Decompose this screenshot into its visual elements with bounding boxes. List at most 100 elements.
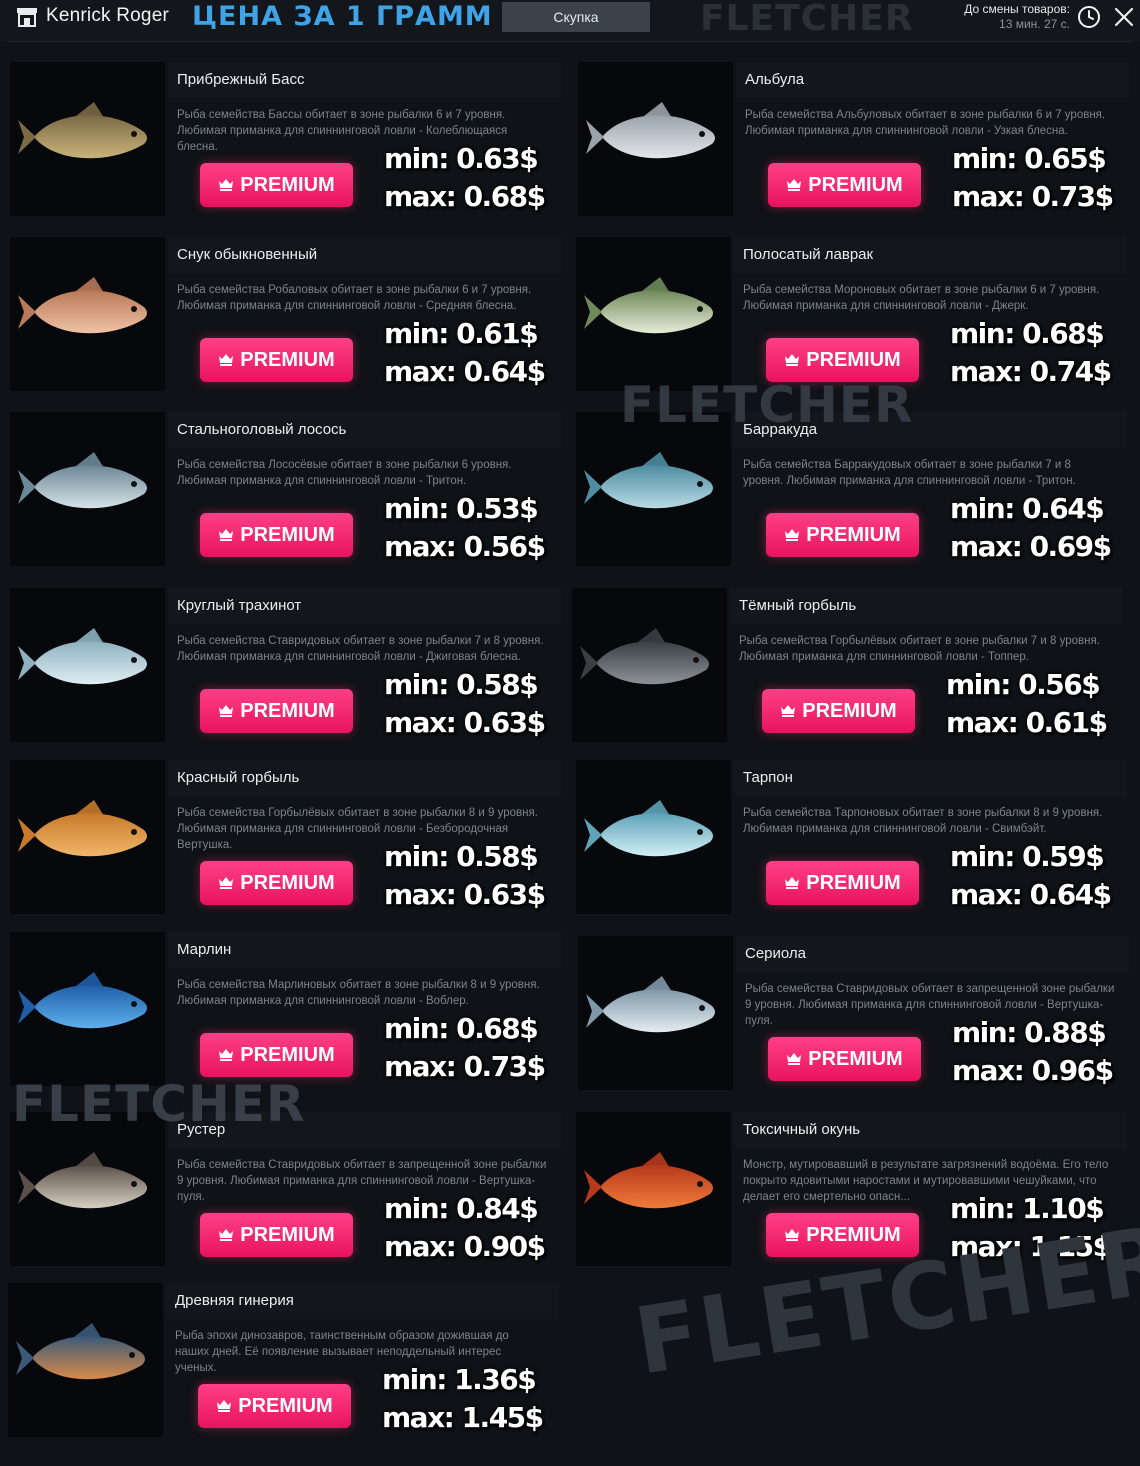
fish-image-frame [576,412,731,566]
price-min: min: 0.68$ [384,1012,539,1045]
premium-button[interactable]: PREMIUM [762,689,915,733]
premium-label: PREMIUM [808,1048,903,1070]
timer-value: 13 мин. 27 с. [999,17,1070,31]
price-max: max: 0.69$ [950,530,1112,563]
premium-button[interactable]: PREMIUM [200,861,353,905]
premium-label: PREMIUM [240,349,335,371]
fish-name: Стальноголовый лосось [177,421,347,438]
fish-image [18,102,147,159]
price-max: max: 0.63$ [384,878,546,911]
premium-button[interactable]: PREMIUM [768,163,921,207]
fish-description: Рыба семейства Альбуловых обитает в зоне… [745,109,1106,137]
fish-description: Рыба семейства Ставридовых обитает в зон… [177,635,544,663]
premium-button[interactable]: PREMIUM [766,861,919,905]
fish-description: Рыба семейства Барракудовых обитает в зо… [743,459,1076,487]
fish-image [16,1323,145,1380]
price-min: min: 0.84$ [384,1192,539,1225]
fish-card: Красный горбыль Рыба семейства Горбылёвы… [10,760,564,916]
tab-buyback[interactable]: Скупка [502,2,650,32]
premium-button[interactable]: PREMIUM [200,1213,353,1257]
price-min: min: 1.36$ [382,1363,537,1396]
fish-card: Снук обыкновенный Рыба семейства Робалов… [10,237,564,393]
premium-button[interactable]: PREMIUM [200,163,353,207]
fish-description: Рыба семейства Горбылёвых обитает в зоне… [739,635,1100,663]
price-min: min: 0.88$ [952,1016,1107,1049]
user-name: Kenrick Roger [46,5,169,26]
crown-icon [219,178,234,191]
fish-image [584,277,713,334]
fish-image-frame [10,62,165,216]
crown-icon [787,1052,802,1065]
fish-name: Токсичный окунь [743,1121,861,1138]
card-header [734,760,1127,796]
fish-image-frame [10,932,165,1086]
fish-name: Снук обыкновенный [177,246,318,263]
premium-label: PREMIUM [806,524,901,546]
fish-name: Прибрежный Басс [177,71,305,88]
fish-image [18,277,147,334]
crown-icon [219,1228,234,1241]
price-min: min: 0.63$ [384,142,539,175]
close-icon[interactable] [1113,6,1135,28]
store-icon [17,8,37,27]
fish-image [584,1152,713,1209]
fish-image-frame [10,760,165,914]
premium-label: PREMIUM [240,700,335,722]
fish-card: Древняя гинерия Рыба эпохи динозавров, т… [8,1283,562,1439]
fish-image [586,976,715,1033]
premium-button[interactable]: PREMIUM [768,1037,921,1081]
crown-icon [785,528,800,541]
price-max: max: 0.64$ [950,878,1112,911]
watermark: FLETCHER [620,376,914,434]
fish-description: Рыба семейства Тарпоновых обитает в зоне… [743,807,1103,835]
crown-icon [787,178,802,191]
premium-label: PREMIUM [806,349,901,371]
fish-name: Полосатый лаврак [743,246,874,263]
fish-image [18,800,147,857]
crown-icon [219,1048,234,1061]
premium-label: PREMIUM [802,700,897,722]
fish-name: Сериола [745,945,807,962]
fish-image-frame [578,62,733,216]
fish-card: Тёмный горбыль Рыба семейства Горбылёвых… [572,588,1126,744]
price-min: min: 0.59$ [950,840,1105,873]
fish-image [18,1152,147,1209]
price-max: max: 0.63$ [384,706,546,739]
premium-button[interactable]: PREMIUM [200,513,353,557]
page-title: ЦЕНА ЗА 1 ГРАММ [192,1,493,32]
premium-label: PREMIUM [240,1044,335,1066]
premium-button[interactable]: PREMIUM [200,1033,353,1077]
fish-image-frame [572,588,727,742]
fish-image [584,800,713,857]
fish-image [586,102,715,159]
fish-image [18,972,147,1029]
fish-name: Тарпон [743,769,793,786]
fish-card: Круглый трахинот Рыба семейства Ставридо… [10,588,564,744]
price-min: min: 0.58$ [384,840,539,873]
premium-label: PREMIUM [240,1224,335,1246]
crown-icon [785,1228,800,1241]
fish-card: Прибрежный Басс Рыба семейства Бассы оби… [10,62,564,218]
fish-name: Альбула [745,71,805,88]
fish-image-frame [10,588,165,742]
price-max: max: 0.90$ [384,1230,546,1263]
premium-label: PREMIUM [806,872,901,894]
fish-description: Рыба семейства Робаловых обитает в зоне … [177,284,532,312]
clock-icon [1078,6,1100,28]
fish-image-frame [576,237,731,391]
premium-label: PREMIUM [240,872,335,894]
price-max: max: 0.74$ [950,355,1112,388]
price-max: max: 0.61$ [946,706,1108,739]
fish-name: Марлин [177,941,232,958]
fish-name: Древняя гинерия [175,1292,294,1309]
premium-button[interactable]: PREMIUM [200,689,353,733]
crown-icon [785,353,800,366]
crown-icon [219,353,234,366]
price-max: max: 0.96$ [952,1054,1114,1087]
crown-icon [219,876,234,889]
watermark: FLETCHER [12,1075,306,1133]
premium-button[interactable]: PREMIUM [200,338,353,382]
premium-button[interactable]: PREMIUM [198,1384,351,1428]
fish-card: Тарпон Рыба семейства Тарпоновых обитает… [576,760,1130,916]
premium-button[interactable]: PREMIUM [766,513,919,557]
